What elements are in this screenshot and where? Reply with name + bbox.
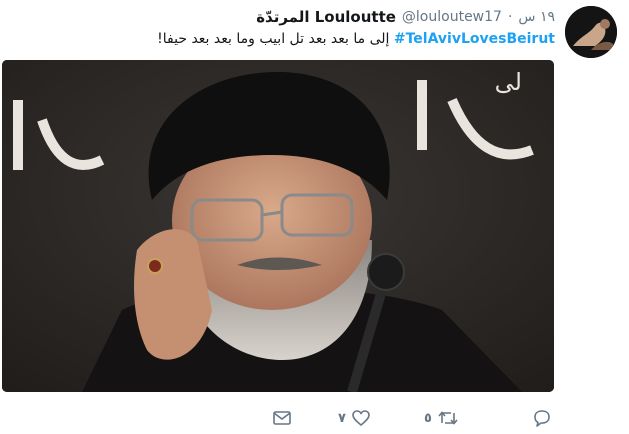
direct-message-button[interactable] [271,406,297,430]
display-name[interactable]: Louloutte المرتدّة [256,8,396,26]
like-button[interactable]: ٧ [338,406,372,430]
separator-dot: · [507,9,513,25]
reply-button[interactable] [531,406,557,430]
background-calligraphy: لى [495,68,522,96]
retweet-icon [436,407,460,429]
like-count: ٧ [338,410,346,426]
tweet-text-body: إلى ما بعد بعد تل ابيب وما بعد بعد حيفا! [157,31,390,47]
envelope-icon [271,407,293,429]
retweet-button[interactable]: ٥ [424,406,460,430]
reply-icon [531,407,553,429]
hashtag-link[interactable]: #TelAvivLovesBeirut [394,31,555,47]
tweet-header: Louloutte المرتدّة @louloutew17 · ١٩ س [256,7,555,27]
tweet-card[interactable]: Louloutte المرتدّة @louloutew17 · ١٩ س #… [0,0,629,434]
retweet-count: ٥ [424,410,432,426]
tweet-actions: ٥ ٧ [0,404,629,432]
tweet-photo[interactable]: لى [2,60,554,392]
avatar[interactable] [565,6,617,58]
timestamp[interactable]: ١٩ س [518,9,555,25]
heart-icon [350,407,372,429]
handle[interactable]: @louloutew17 [402,9,502,25]
tweet-text: #TelAvivLovesBeirut إلى ما بعد بعد تل اب… [15,30,555,48]
